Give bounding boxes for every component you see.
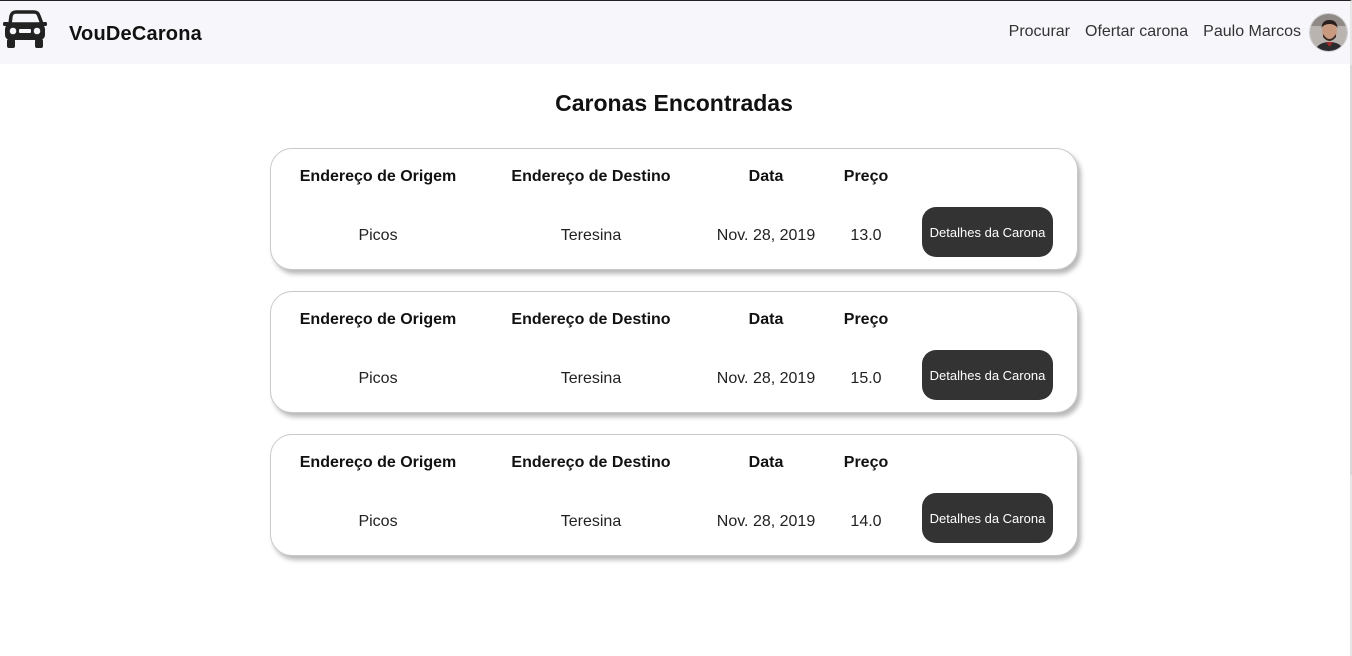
brand-name[interactable]: VouDeCarona [69,23,202,46]
car-icon[interactable] [2,10,48,50]
ride-details-button[interactable]: Detalhes da Carona [922,207,1053,257]
ride-date: Nov. 28, 2019 [716,513,816,530]
header-destination: Endereço de Destino [511,311,671,328]
ride-card: Endereço de Origem Endereço de Destino D… [270,148,1078,270]
header-date: Data [748,311,784,328]
ride-price: 15.0 [850,370,882,387]
page-title: Caronas Encontradas [555,90,793,116]
ride-origin: Picos [358,227,398,244]
ride-destination: Teresina [560,227,622,244]
user-avatar[interactable] [1309,12,1348,52]
header-destination: Endereço de Destino [511,168,671,185]
nav-link-procurar[interactable]: Procurar [1009,23,1070,41]
header-origin: Endereço de Origem [299,311,457,328]
ride-price: 13.0 [850,227,882,244]
ride-card: Endereço de Origem Endereço de Destino D… [270,434,1078,556]
nav-link-ofertar-carona[interactable]: Ofertar carona [1085,23,1188,41]
nav-link-user-name[interactable]: Paulo Marcos [1203,23,1301,41]
ride-origin: Picos [358,370,398,387]
avatar-image [1310,13,1347,51]
header-price: Preço [843,168,889,185]
ride-date: Nov. 28, 2019 [716,370,816,387]
header-origin: Endereço de Origem [299,168,457,185]
header-price: Preço [843,454,889,471]
header-date: Data [748,168,784,185]
ride-details-button[interactable]: Detalhes da Carona [922,350,1053,400]
ride-price: 14.0 [850,513,882,530]
header-origin: Endereço de Origem [299,454,457,471]
ride-details-button[interactable]: Detalhes da Carona [922,493,1053,543]
header-price: Preço [843,311,889,328]
header-destination: Endereço de Destino [511,454,671,471]
app-window: VouDeCarona Procurar Ofertar carona Paul… [0,0,1352,656]
ride-date: Nov. 28, 2019 [716,227,816,244]
ride-destination: Teresina [560,370,622,387]
ride-card: Endereço de Origem Endereço de Destino D… [270,291,1078,413]
nav-links: Procurar Ofertar carona Paulo Marcos [994,12,1348,52]
ride-destination: Teresina [560,513,622,530]
navbar: VouDeCarona Procurar Ofertar carona Paul… [0,1,1350,64]
header-date: Data [748,454,784,471]
ride-origin: Picos [358,513,398,530]
